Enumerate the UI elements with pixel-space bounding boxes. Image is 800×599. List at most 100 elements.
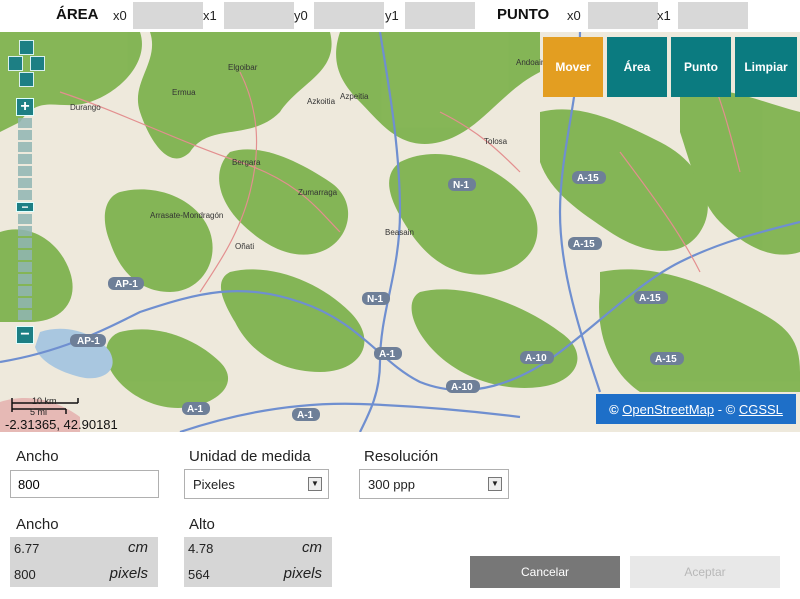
- svg-text:A-1: A-1: [297, 410, 314, 421]
- pan-control: [8, 40, 45, 92]
- resolution-select[interactable]: 300 ppp ▼: [359, 469, 509, 499]
- area-y0-input[interactable]: [314, 2, 384, 29]
- ancho-panel: 6.77 cm 800 pixels: [10, 537, 158, 587]
- svg-text:Bergara: Bergara: [232, 158, 261, 167]
- svg-text:A-15: A-15: [577, 173, 599, 184]
- ancho-label: Ancho: [16, 516, 59, 533]
- chevron-down-icon: ▼: [488, 477, 502, 491]
- svg-text:Tolosa: Tolosa: [484, 137, 508, 146]
- svg-text:A-15: A-15: [655, 354, 677, 365]
- cursor-coordinates: -2.31365, 42.90181: [5, 417, 118, 432]
- zoom-level-slot[interactable]: [18, 178, 32, 188]
- svg-text:A-1: A-1: [187, 404, 204, 415]
- cancel-button[interactable]: Cancelar: [470, 556, 620, 588]
- svg-text:A-15: A-15: [639, 293, 661, 304]
- area-x1-label: x1: [203, 8, 217, 23]
- svg-text:Beasain: Beasain: [385, 228, 414, 237]
- svg-text:AP-1: AP-1: [77, 336, 100, 347]
- zoom-level-slot[interactable]: [18, 226, 32, 236]
- svg-text:Azpeitia: Azpeitia: [340, 92, 369, 101]
- cm-unit: cm: [128, 539, 148, 556]
- zoom-level-slot[interactable]: [18, 310, 32, 320]
- svg-text:Durango: Durango: [70, 103, 101, 112]
- svg-text:A-10: A-10: [525, 353, 547, 364]
- zoom-out-button[interactable]: −: [16, 326, 34, 344]
- zoom-level-slot[interactable]: [18, 166, 32, 176]
- cgssl-link[interactable]: CGSSL: [739, 402, 783, 417]
- tool-limpiar-button[interactable]: Limpiar: [735, 37, 797, 97]
- punto-x1-label: x1: [657, 8, 671, 23]
- ancho-px-value: 800: [14, 567, 36, 582]
- resolution-label: Resolución: [364, 448, 439, 465]
- zoom-level-slot[interactable]: [18, 262, 32, 272]
- osm-link[interactable]: OpenStreetMap: [622, 402, 714, 417]
- svg-text:Oñati: Oñati: [235, 242, 254, 251]
- tool-mover-button[interactable]: Mover: [543, 37, 603, 97]
- area-y1-input[interactable]: [405, 2, 475, 29]
- zoom-level-slot[interactable]: [18, 238, 32, 248]
- zoom-level-slot[interactable]: [18, 250, 32, 260]
- pan-up-icon[interactable]: [19, 40, 34, 55]
- cm-unit: cm: [302, 539, 322, 556]
- alto-label: Alto: [189, 516, 215, 533]
- width-label: Ancho: [16, 448, 59, 465]
- area-y0-label: y0: [294, 8, 308, 23]
- svg-text:Andoain: Andoain: [516, 58, 545, 67]
- zoom-level-slot[interactable]: [18, 154, 32, 164]
- px-unit: pixels: [283, 565, 322, 582]
- zoom-level-slot[interactable]: [18, 130, 32, 140]
- svg-text:A-15: A-15: [573, 239, 595, 250]
- unit-select[interactable]: Pixeles ▼: [184, 469, 329, 499]
- width-input[interactable]: [10, 470, 159, 498]
- attribution-separator: - ©: [714, 401, 739, 417]
- svg-text:Azkoitia: Azkoitia: [307, 97, 336, 106]
- tool-area-button[interactable]: Área: [607, 37, 667, 97]
- map-attribution: © OpenStreetMap - © CGSSL: [596, 394, 796, 424]
- coordinate-bar: ÁREA x0 x1 y0 y1 PUNTO x0 x1: [0, 0, 800, 30]
- ancho-cm-value: 6.77: [14, 541, 40, 556]
- zoom-level-slot[interactable]: [18, 286, 32, 296]
- svg-text:AP-1: AP-1: [115, 279, 138, 290]
- svg-text:Elgoibar: Elgoibar: [228, 63, 258, 72]
- area-label: ÁREA: [56, 6, 99, 23]
- zoom-in-button[interactable]: +: [16, 98, 34, 116]
- zoom-level-slot[interactable]: [18, 190, 32, 200]
- map-view[interactable]: AP-1 AP-1 N-1 N-1 A-1 A-1 A-1 A-10 A-10 …: [0, 32, 800, 432]
- area-x1-input[interactable]: [224, 2, 294, 29]
- punto-label: PUNTO: [497, 6, 550, 23]
- svg-text:A-10: A-10: [451, 382, 473, 393]
- area-x0-input[interactable]: [133, 2, 203, 29]
- zoom-level-slot[interactable]: [18, 298, 32, 308]
- punto-x1-input[interactable]: [678, 2, 748, 29]
- alto-px-value: 564: [188, 567, 210, 582]
- zoom-slider-handle[interactable]: −: [16, 201, 34, 213]
- zoom-level-slot[interactable]: [18, 118, 32, 128]
- area-y1-label: y1: [385, 8, 399, 23]
- tool-punto-button[interactable]: Punto: [671, 37, 731, 97]
- area-x0-label: x0: [113, 8, 127, 23]
- svg-text:Ermua: Ermua: [172, 88, 196, 97]
- zoom-level-slot[interactable]: [18, 142, 32, 152]
- svg-text:Arrasate-Mondragón: Arrasate-Mondragón: [150, 211, 223, 220]
- zoom-control: + − −: [16, 98, 34, 344]
- zoom-level-slot[interactable]: [18, 214, 32, 224]
- scale-mi-label: 5 mi: [30, 407, 48, 417]
- svg-text:N-1: N-1: [453, 180, 470, 191]
- svg-text:Zumarraga: Zumarraga: [298, 188, 338, 197]
- punto-x0-input[interactable]: [588, 2, 658, 29]
- svg-text:N-1: N-1: [367, 294, 384, 305]
- alto-cm-value: 4.78: [188, 541, 214, 556]
- px-unit: pixels: [109, 565, 148, 582]
- accept-button[interactable]: Aceptar: [630, 556, 780, 588]
- pan-left-icon[interactable]: [8, 56, 23, 71]
- copyright-prefix: ©: [609, 401, 619, 417]
- pan-down-icon[interactable]: [19, 72, 34, 87]
- zoom-level-slot[interactable]: [18, 274, 32, 284]
- alto-panel: 4.78 cm 564 pixels: [184, 537, 332, 587]
- svg-text:A-1: A-1: [379, 349, 396, 360]
- pan-right-icon[interactable]: [30, 56, 45, 71]
- unit-label: Unidad de medida: [189, 448, 311, 465]
- scale-km-label: 10 km: [32, 396, 57, 406]
- unit-select-value: Pixeles: [193, 477, 235, 492]
- chevron-down-icon: ▼: [308, 477, 322, 491]
